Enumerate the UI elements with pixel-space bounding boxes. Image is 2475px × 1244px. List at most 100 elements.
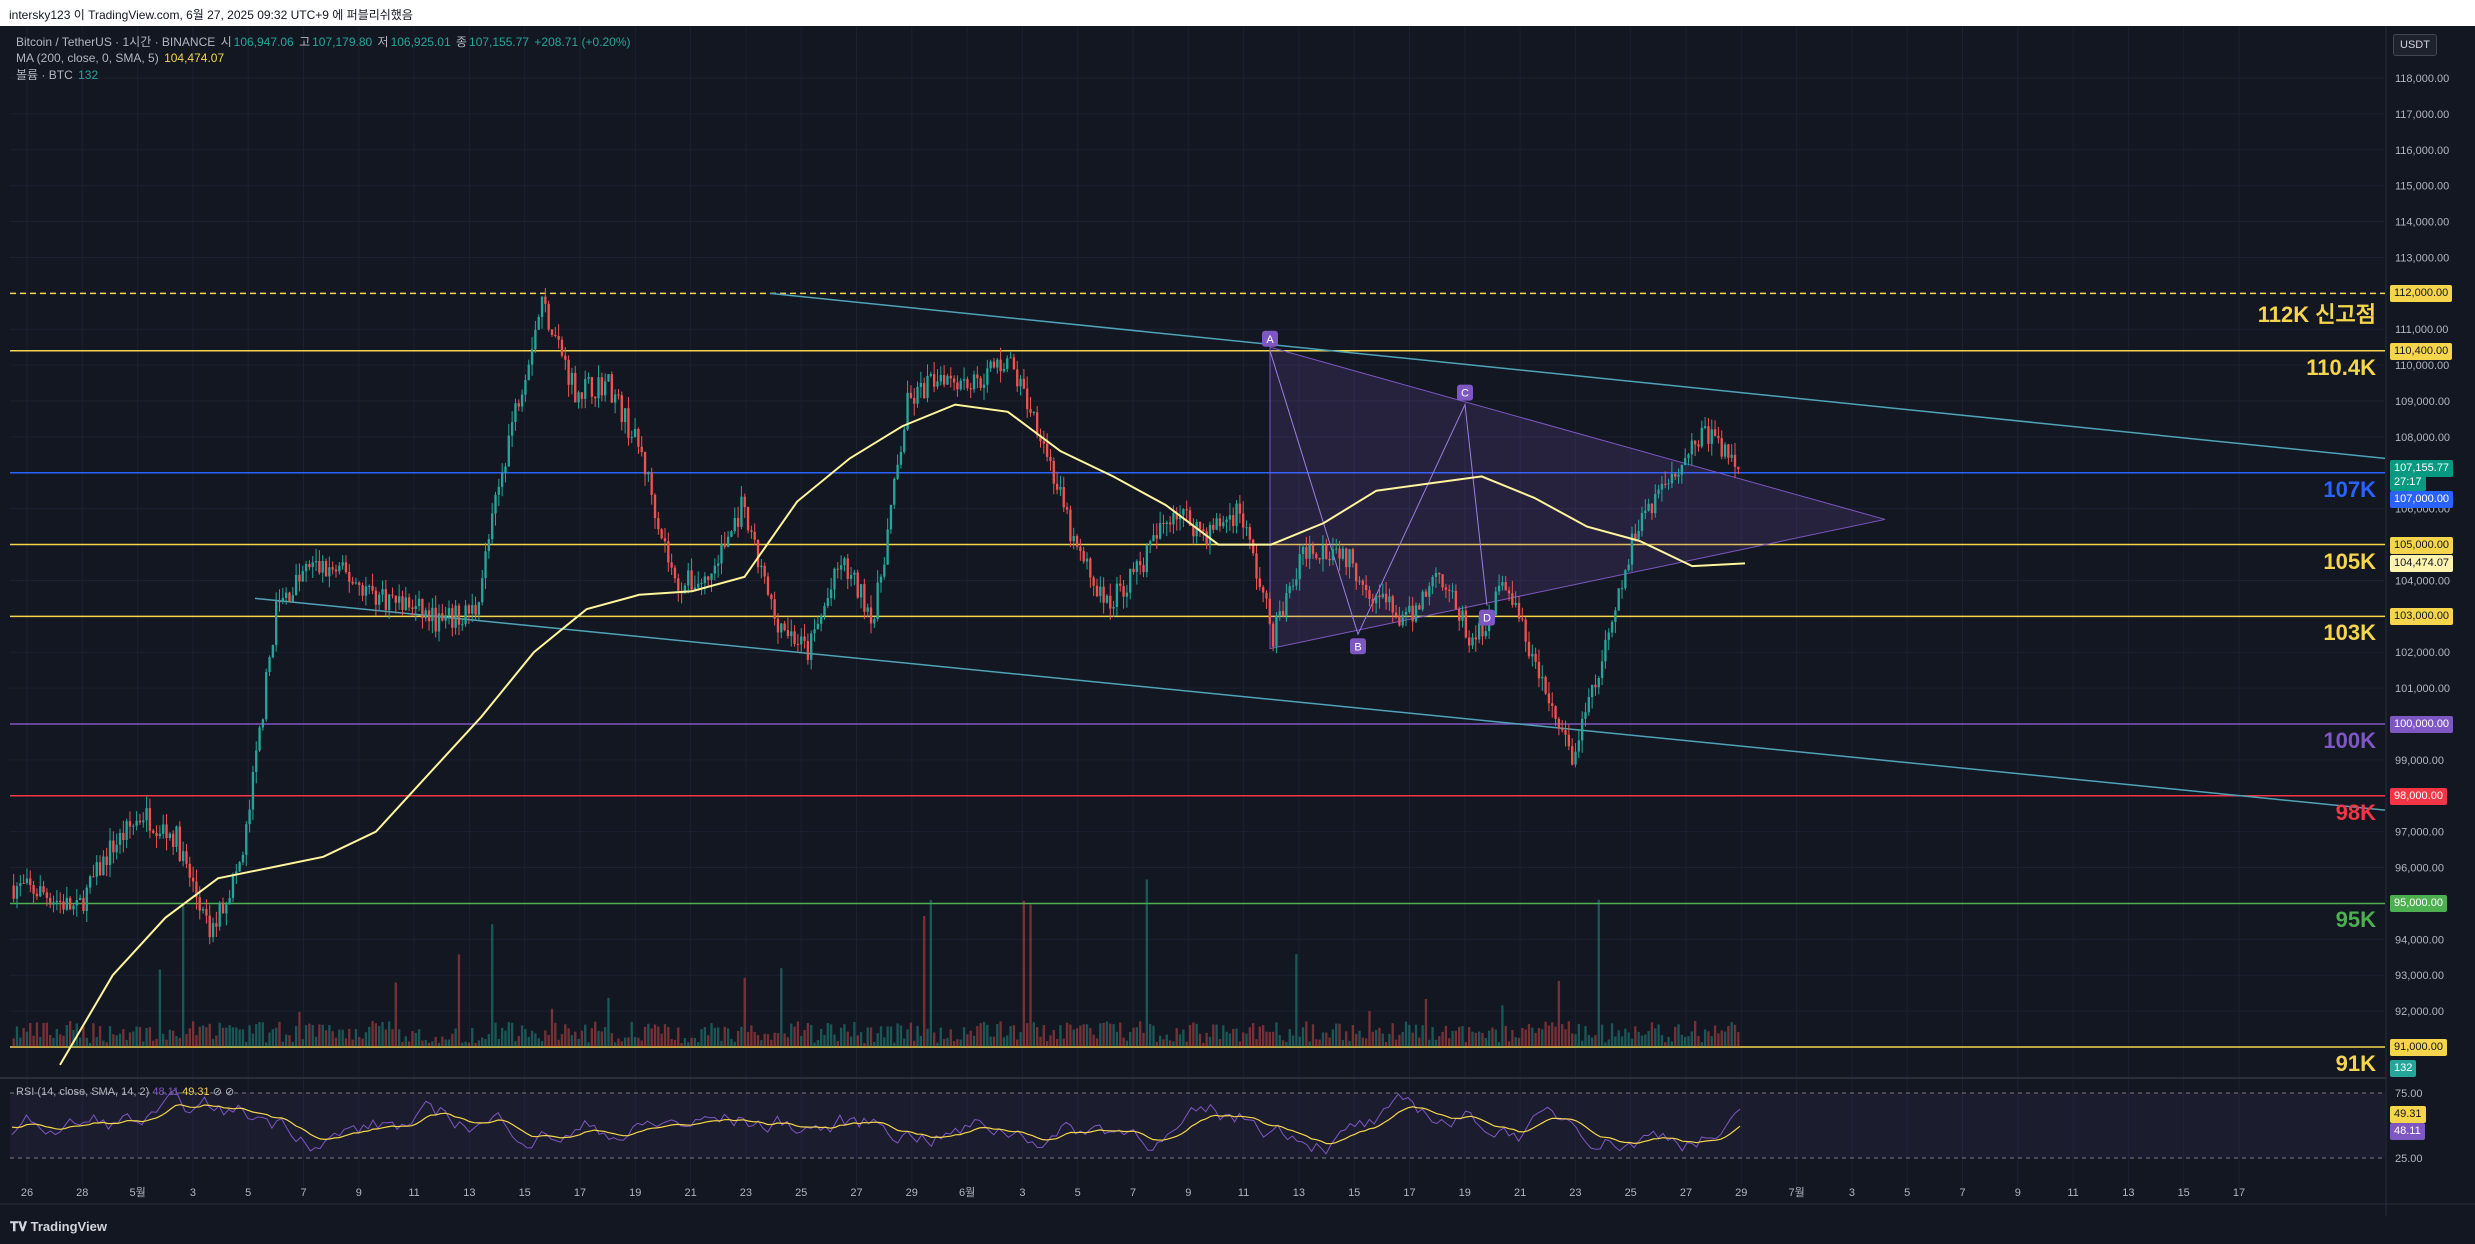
ma-legend[interactable]: MA (200, close, 0, SMA, 5) 104,474.07 [16,50,226,66]
volume-bar [1401,1031,1404,1047]
candle-body [165,824,168,839]
candle-body [1268,598,1271,624]
candle-body [607,374,610,382]
candle-body [22,883,25,885]
candle-body [810,633,813,660]
candle-body [1198,521,1202,530]
volume-bar [1328,1037,1331,1047]
candle-body [381,589,384,595]
time-tick: 28 [76,1187,88,1199]
volume-bar [1355,1033,1358,1047]
price-tag: 98,000.00 [2390,787,2447,805]
volume-bar [820,1029,823,1047]
candle-body [1521,618,1524,620]
price-tick: 110,000.00 [2395,360,2449,372]
volume-bar [1172,1041,1175,1047]
volume-bar [1139,1021,1142,1047]
volume-bar [773,1032,776,1047]
price-tag: 132 [2390,1060,2417,1077]
candle-body [1637,531,1640,539]
volume-bar [424,1039,427,1047]
candle-body [716,563,720,566]
volume-bar [1009,1026,1012,1047]
volume-bar [776,1033,780,1047]
candle-body [1644,510,1647,514]
volume-bar [304,1025,308,1047]
volume-bar [952,1040,956,1047]
candle-body [1713,429,1717,436]
volume-bar [198,1026,201,1047]
volume-bar [962,1027,966,1047]
volume-bar [407,1041,411,1047]
candle-body [1092,577,1095,586]
volume-bar [1045,1041,1049,1047]
volume-bar [1036,1027,1039,1047]
symbol-title[interactable]: Bitcoin / TetherUS · 1시간 · BINANCE [16,35,215,49]
candle-body [886,529,889,565]
currency-button[interactable]: USDT [2393,34,2437,56]
volume-bar [1610,1023,1614,1047]
volume-bar [723,1026,726,1047]
volume-bar [783,1033,786,1047]
candle-body [976,374,979,379]
candle-body [1095,585,1099,597]
volume-bar [899,1025,903,1047]
volume-bar [1012,1025,1016,1047]
candle-body [1680,464,1684,475]
volume-bar [245,1041,248,1047]
volume-bar [39,1036,42,1047]
candle-body [584,379,587,399]
candle-body [314,560,318,563]
volume-bar [886,1026,889,1047]
candle-body [903,429,906,452]
candle-body [1650,503,1654,514]
time-tick: 7 [1959,1187,1965,1199]
volume-bar [178,1037,181,1047]
volume-bar [1255,1039,1258,1047]
tradingview-logo[interactable]: 𝐓𝐕 TradingView [10,1219,107,1235]
volume-bar [1348,1040,1351,1047]
candle-body [760,565,763,568]
volume-bar [1318,1039,1321,1047]
volume-bar [580,1030,584,1047]
candle-body [1271,623,1275,647]
volume-bar [1364,1038,1368,1047]
price-chart-svg[interactable]: 118,000.00 117,000.00 116,000.00 115,000.00… [0,26,2475,1216]
volume-bar [510,1022,514,1047]
volume-bar [437,1042,441,1047]
candle-body [1497,585,1501,592]
settings-icon[interactable]: ⊘ [225,1086,234,1098]
candle-body [25,878,29,884]
volume-bar [1703,1029,1707,1047]
volume-bar [936,1042,939,1047]
candle-body [238,862,241,872]
volume-bar [763,1033,766,1047]
open-value: 106,947.06 [233,35,294,49]
time-tick: 7 [1130,1187,1136,1199]
volume-legend[interactable]: 볼륨 · BTC 132 [16,67,100,83]
volume-bar [354,1029,358,1047]
volume-bar [118,1033,122,1047]
volume-bar [1600,1024,1604,1047]
volume-bar [1331,1029,1335,1047]
visibility-icon[interactable]: ⊘ [213,1086,222,1098]
candle-body [1687,454,1690,459]
rsi-legend[interactable]: RSI (14, close, SMA, 14, 2) 48.11 49.31 … [16,1085,234,1098]
candle-body [1428,586,1431,597]
candle-body [1278,611,1281,617]
volume-bar [344,1038,348,1047]
candle-body [879,576,883,583]
price-tag: 27:17 [2390,474,2426,491]
candle-body [770,594,773,600]
candle-body [265,671,268,720]
volume-bar [1554,1026,1557,1047]
candle-body [1202,529,1205,532]
volume-bar [697,1042,700,1047]
chart-area[interactable]: 118,000.00 117,000.00 116,000.00 115,000.00… [0,26,2475,1216]
volume-bar [1660,1035,1664,1047]
candle-body [1185,509,1188,511]
volume-bar [587,1042,590,1047]
volume-bar [786,1037,790,1047]
candle-body [1082,550,1085,562]
volume-bar [1434,1039,1438,1047]
